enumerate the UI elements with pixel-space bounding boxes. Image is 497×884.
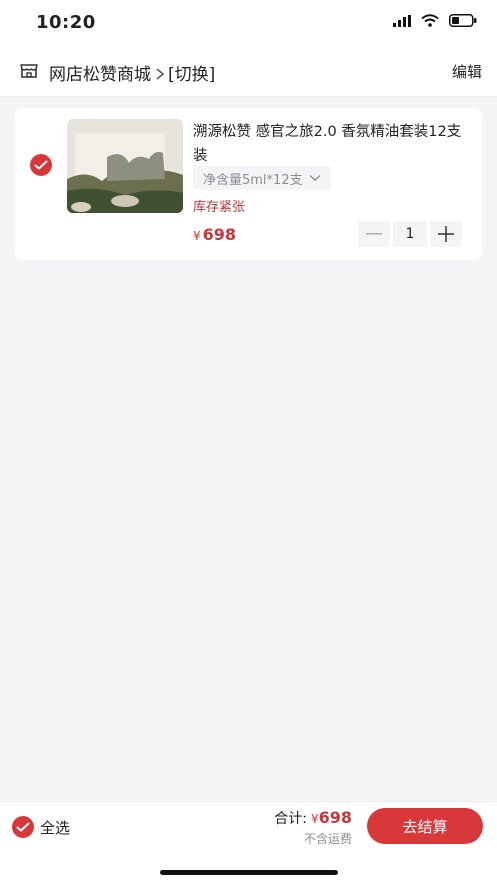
store-icon (20, 64, 38, 78)
chevron-right-icon (156, 68, 165, 80)
product-title[interactable]: 溯源松赞 感官之旅2.0 香氛精油套装12支装 (193, 120, 475, 168)
status-time: 10:20 (36, 12, 96, 33)
currency-symbol: ¥ (193, 229, 201, 243)
edit-button[interactable]: 编辑 (452, 61, 482, 82)
signal-icon (393, 14, 411, 27)
total-amount: 698 (318, 808, 352, 827)
item-price: ¥698 (193, 225, 236, 244)
checkmark-icon (16, 822, 30, 832)
store-switcher[interactable]: 网店松赞商城 [切换] (49, 60, 215, 85)
shipping-note: 不含运费 (303, 832, 352, 846)
total-line: 合计: ¥698 (274, 808, 352, 828)
select-all-checkbox[interactable] (12, 816, 34, 838)
spec-selector[interactable]: 净含量5ml*12支 (193, 166, 331, 190)
stock-warning: 库存紧张 (193, 200, 246, 215)
wifi-icon (421, 14, 439, 27)
increase-button[interactable] (430, 221, 462, 247)
decrease-button[interactable] (358, 221, 390, 247)
quantity-stepper: 1 (358, 221, 462, 247)
minus-icon (366, 233, 382, 235)
quantity-value[interactable]: 1 (393, 221, 427, 247)
home-indicator (160, 870, 338, 875)
chevron-down-icon (309, 174, 321, 181)
product-image[interactable] (67, 119, 183, 213)
item-select-checkbox[interactable] (30, 154, 52, 176)
switch-store-link[interactable]: [切换] (168, 65, 215, 85)
store-name: 网店松赞商城 (49, 65, 151, 85)
product-photo-illustration (67, 119, 183, 213)
cart-header: 网店松赞商城 [切换] 编辑 (0, 48, 497, 97)
battery-icon (449, 14, 477, 27)
cart-item-card: 溯源松赞 感官之旅2.0 香氛精油套装12支装 净含量5ml*12支 库存紧张 … (15, 108, 482, 260)
total-currency: ¥ (310, 812, 319, 826)
checkmark-icon (34, 160, 48, 170)
status-bar: 10:20 (0, 0, 497, 48)
total-label: 合计: (274, 811, 307, 827)
plus-icon (438, 226, 454, 242)
status-icons (393, 14, 477, 27)
spec-label: 净含量5ml*12支 (203, 172, 303, 188)
select-all-label[interactable]: 全选 (40, 817, 70, 838)
checkout-button[interactable]: 去结算 (367, 808, 483, 844)
price-amount: 698 (202, 225, 237, 244)
